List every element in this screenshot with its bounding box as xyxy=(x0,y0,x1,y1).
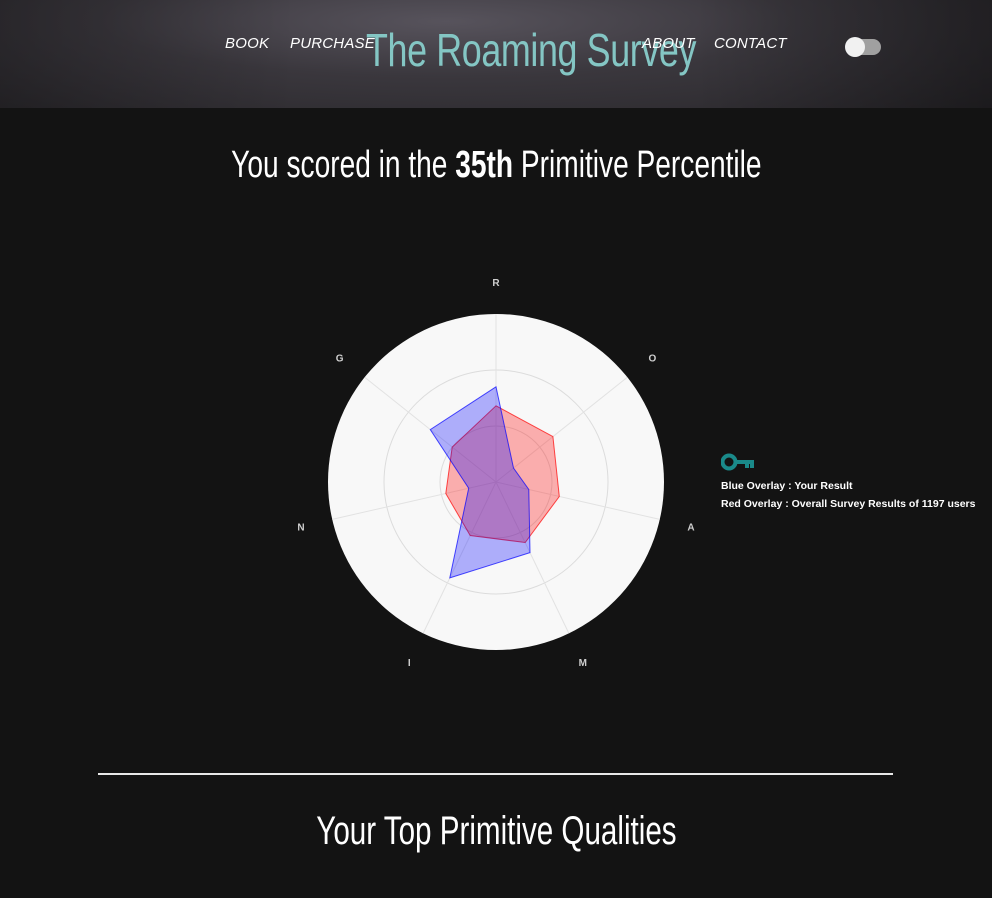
radar-axis-label: G xyxy=(336,353,344,364)
key-icon xyxy=(720,453,754,471)
nav-about-link[interactable]: ABOUT xyxy=(642,35,695,52)
radar-axis-label: M xyxy=(579,658,587,669)
nav-contact-link[interactable]: CONTACT xyxy=(714,35,787,52)
nav-book-link[interactable]: BOOK xyxy=(225,35,269,52)
legend-blue-entry: Blue Overlay : Your Result xyxy=(721,480,853,492)
radar-axis-label: R xyxy=(492,278,500,289)
theme-toggle[interactable] xyxy=(845,37,881,57)
toggle-knob xyxy=(845,37,865,57)
radar-axis-label: O xyxy=(648,353,656,364)
nav-purchase-link[interactable]: PURCHASE xyxy=(290,35,375,52)
radar-axis-label: A xyxy=(687,523,694,534)
legend-red-entry: Red Overlay : Overall Survey Results of … xyxy=(721,498,976,510)
site-logo[interactable]: The Roaming Survey xyxy=(366,22,696,78)
section-divider xyxy=(98,773,893,775)
radar-axis-label: N xyxy=(297,523,304,534)
radar-chart: R O A M I N G xyxy=(297,278,694,669)
radar-axis-label: I xyxy=(408,658,411,669)
section-title: Your Top Primitive Qualities xyxy=(315,809,677,853)
chart-legend: Blue Overlay : Your Result Red Overlay :… xyxy=(720,452,976,513)
